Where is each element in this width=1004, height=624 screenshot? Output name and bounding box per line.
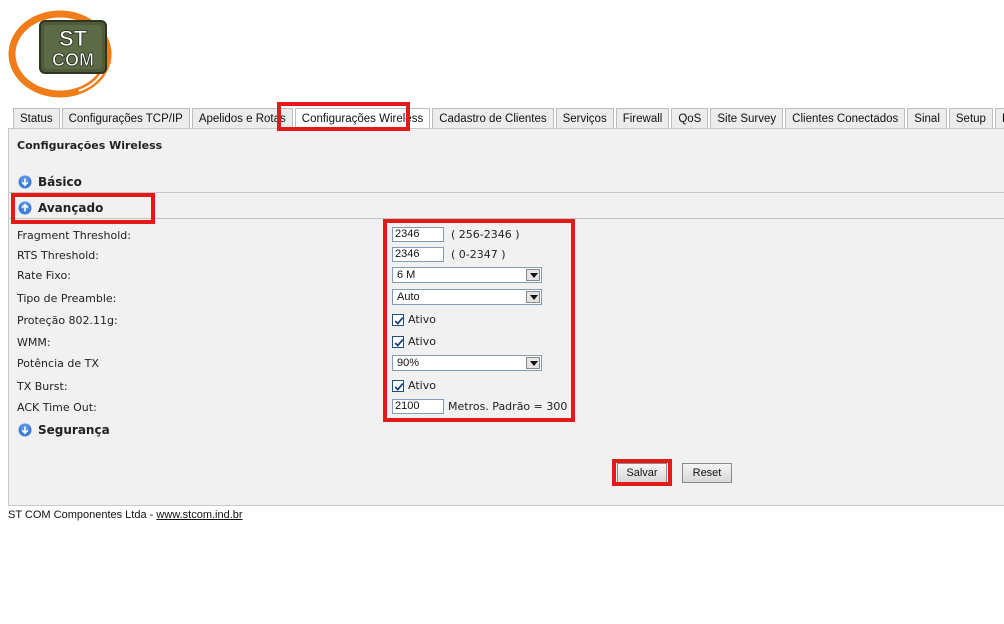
section-avancado-label: Avançado: [38, 201, 104, 215]
row-fragment-threshold: 2346 ( 256-2346 ): [392, 227, 520, 242]
tipo-preamble-select[interactable]: Auto: [392, 289, 542, 305]
tab-cadastro-de-clientes[interactable]: Cadastro de Clientes: [432, 108, 554, 128]
label-rate-fixo: Rate Fixo:: [17, 269, 71, 282]
expand-down-icon: [18, 175, 32, 189]
label-rts-threshold: RTS Threshold:: [17, 249, 99, 262]
row-tx-burst: Ativo: [392, 379, 436, 392]
tab-configuracoes-tcpip[interactable]: Configurações TCP/IP: [61, 108, 190, 128]
chevron-down-icon[interactable]: [526, 291, 540, 303]
protecao-checkbox[interactable]: [392, 313, 404, 326]
protecao-option-label: Ativo: [408, 313, 436, 326]
footer-company: ST COM Componentes Ltda -: [8, 509, 157, 521]
tipo-preamble-value: Auto: [397, 291, 420, 303]
potencia-tx-value: 90%: [397, 357, 420, 369]
tab-setup[interactable]: Setup: [948, 108, 993, 128]
row-ack-timeout: 2100 Metros. Padrão = 300: [392, 399, 567, 414]
row-wmm: Ativo: [392, 335, 436, 348]
rate-fixo-value: 6 M: [397, 269, 416, 281]
wireless-settings-panel: Configurações Wireless Básico Avançado S…: [8, 128, 1004, 506]
checkmark-icon: [394, 382, 404, 391]
section-seguranca[interactable]: Segurança: [9, 419, 1004, 441]
label-protecao: Proteção 802.11g:: [17, 314, 118, 327]
save-button[interactable]: Salvar: [617, 463, 667, 483]
label-tx-burst: TX Burst:: [17, 380, 68, 393]
label-potencia-tx: Potência de TX: [17, 357, 99, 370]
tab-logout[interactable]: Logout: [994, 108, 1004, 128]
tab-qos[interactable]: QoS: [671, 108, 709, 128]
section-avancado[interactable]: Avançado: [9, 197, 1004, 219]
reset-button[interactable]: Reset: [682, 463, 732, 483]
tab-configuracoes-wireless[interactable]: Configurações Wireless: [294, 108, 431, 128]
fragment-threshold-hint: ( 256-2346 ): [451, 228, 520, 241]
tx-burst-checkbox[interactable]: [392, 379, 404, 392]
tx-burst-option-label: Ativo: [408, 379, 436, 392]
fragment-threshold-input[interactable]: 2346: [392, 227, 444, 242]
checkmark-icon: [394, 338, 404, 347]
tab-firewall[interactable]: Firewall: [615, 108, 670, 128]
tab-status[interactable]: Status: [13, 108, 60, 128]
row-potencia-tx: 90%: [392, 355, 542, 371]
collapse-up-icon: [18, 201, 32, 215]
logo-text-st: ST: [59, 26, 88, 51]
wmm-option-label: Ativo: [408, 335, 436, 348]
main-tabs: Status Configurações TCP/IP Apelidos e R…: [13, 106, 1004, 128]
rate-fixo-select[interactable]: 6 M: [392, 267, 542, 283]
row-protecao: Ativo: [392, 313, 436, 326]
tab-sinal[interactable]: Sinal: [907, 108, 947, 128]
rts-threshold-input[interactable]: 2346: [392, 247, 444, 262]
page-title: Configurações Wireless: [17, 139, 163, 152]
tab-servicos[interactable]: Serviços: [555, 108, 614, 128]
potencia-tx-select[interactable]: 90%: [392, 355, 542, 371]
footer: ST COM Componentes Ltda - www.stcom.ind.…: [8, 509, 243, 521]
rts-threshold-hint: ( 0-2347 ): [451, 248, 506, 261]
label-wmm: WMM:: [17, 336, 51, 349]
row-rate-fixo: 6 M: [392, 267, 542, 283]
checkmark-icon: [394, 316, 404, 325]
expand-down-icon: [18, 423, 32, 437]
wmm-checkbox[interactable]: [392, 335, 404, 348]
section-basico[interactable]: Básico: [9, 171, 1004, 193]
chevron-down-icon[interactable]: [526, 357, 540, 369]
footer-link[interactable]: www.stcom.ind.br: [156, 509, 242, 521]
tab-clientes-conectados[interactable]: Clientes Conectados: [785, 108, 906, 128]
stcom-logo: ST COM: [8, 8, 120, 100]
section-seguranca-label: Segurança: [38, 423, 110, 437]
row-rts-threshold: 2346 ( 0-2347 ): [392, 247, 506, 262]
tab-apelidos-e-rotas[interactable]: Apelidos e Rotas: [191, 108, 293, 128]
ack-timeout-input[interactable]: 2100: [392, 399, 444, 414]
section-basico-label: Básico: [38, 175, 82, 189]
tab-site-survey[interactable]: Site Survey: [710, 108, 784, 128]
logo-text-com: COM: [52, 50, 94, 70]
row-tipo-preamble: Auto: [392, 289, 542, 305]
label-ack-timeout: ACK Time Out:: [17, 401, 97, 414]
chevron-down-icon[interactable]: [526, 269, 540, 281]
label-tipo-preamble: Tipo de Preamble:: [17, 292, 117, 305]
label-fragment-threshold: Fragment Threshold:: [17, 229, 131, 242]
ack-timeout-hint: Metros. Padrão = 300: [448, 400, 568, 413]
